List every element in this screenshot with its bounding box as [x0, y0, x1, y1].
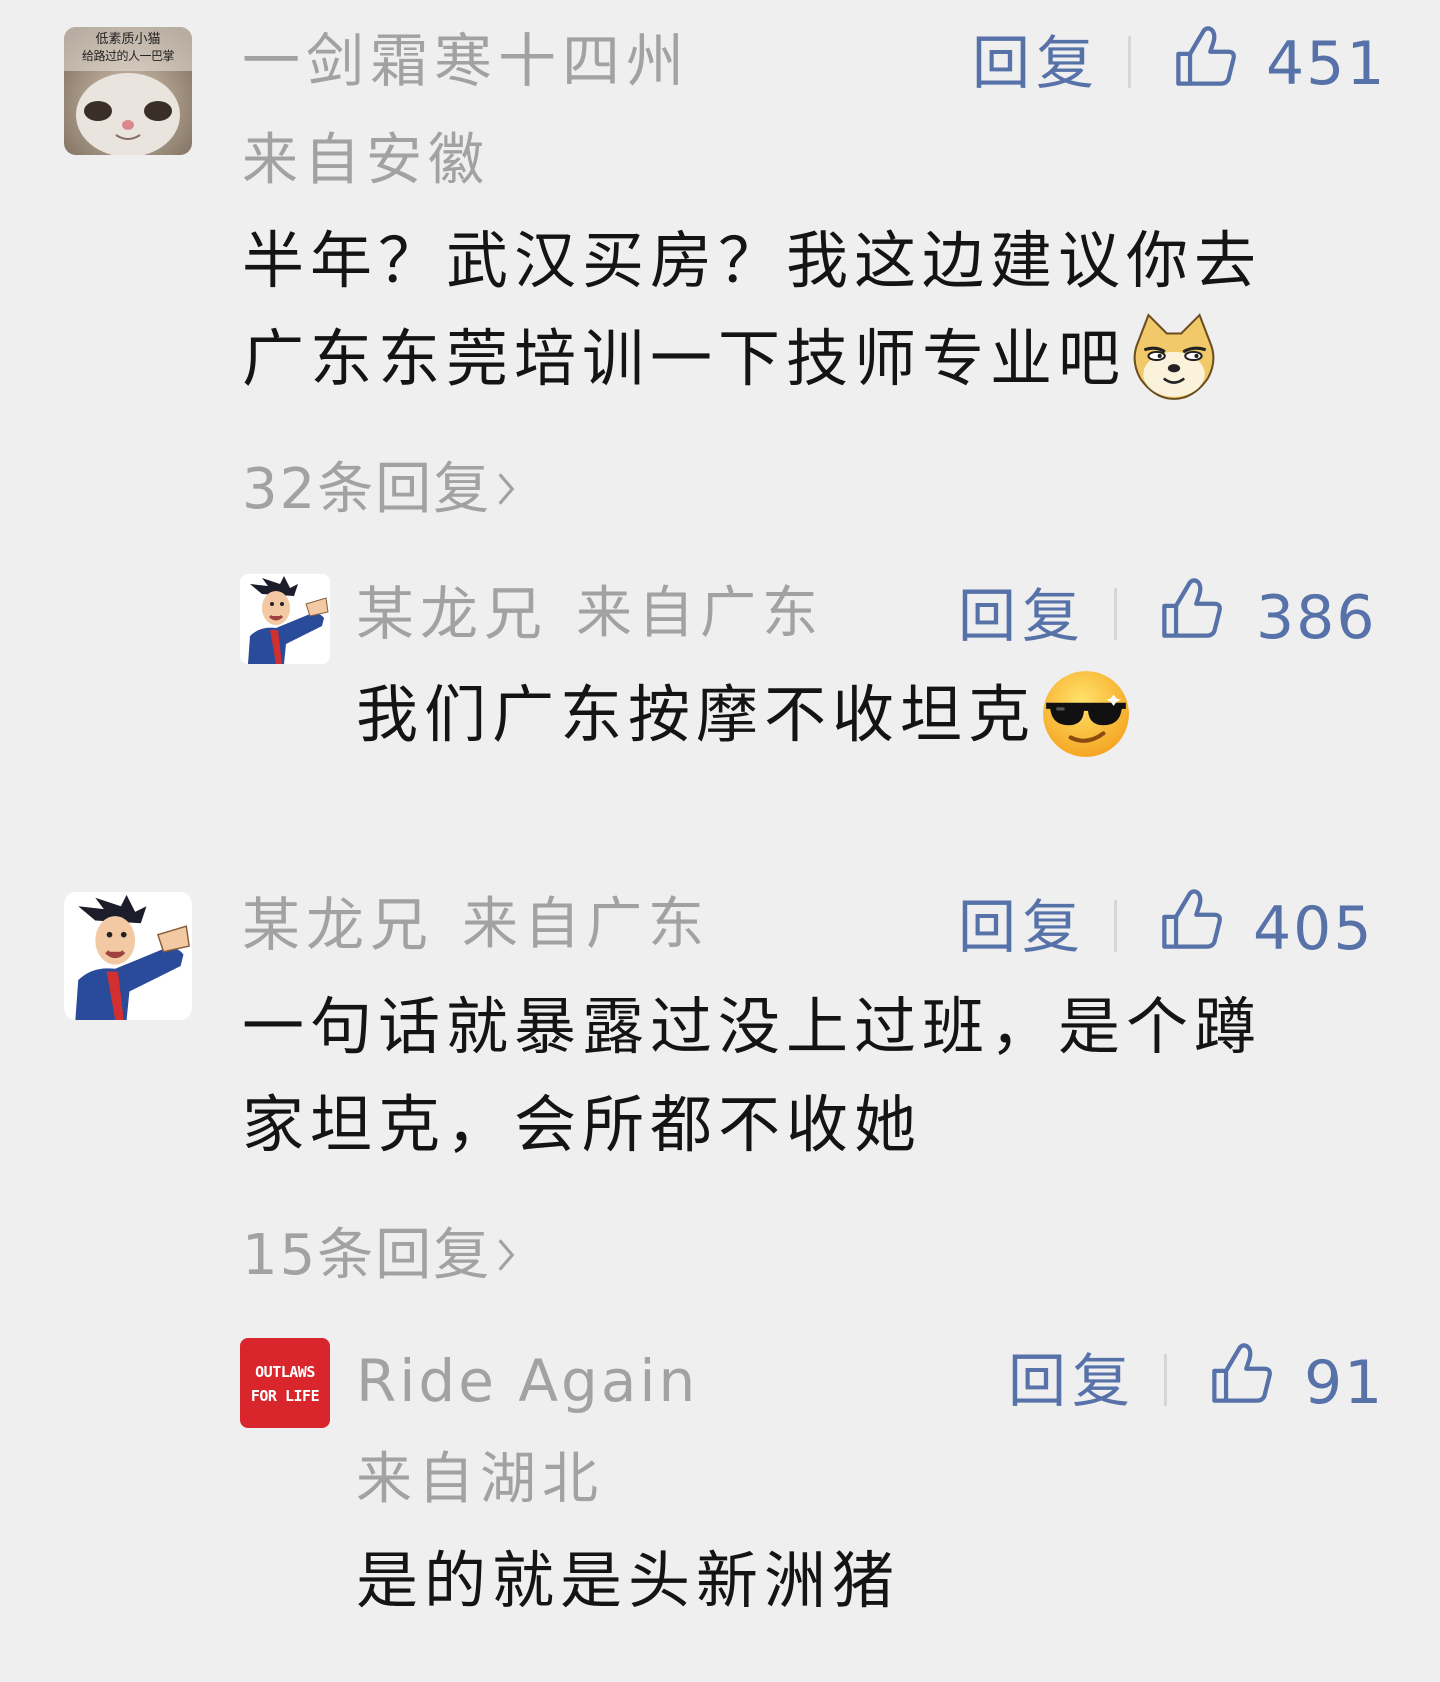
comment-text: 一句话就暴露过没上过班，是个蹲 家坦克，会所都不收她 [242, 978, 1262, 1174]
comment-location: 来自广东 [462, 892, 710, 957]
thumbs-up-icon[interactable] [1158, 574, 1226, 642]
comment-text-line-2-wrap: 广东东莞培训一下技师专业吧 [242, 310, 1262, 408]
sub-reply-text: 我们广东按摩不收坦克 [356, 678, 1037, 751]
comment-username[interactable]: 某龙兄 [242, 896, 434, 954]
comment-username[interactable]: 一剑霜寒十四州 [242, 32, 690, 90]
sub-reply-username[interactable]: Ride Again [356, 1352, 698, 1410]
logo-line-2: FOR LIFE [250, 1387, 320, 1405]
more-replies-label: 32条回复 [242, 457, 492, 522]
thumbs-up-icon[interactable] [1158, 885, 1226, 953]
reply-button[interactable]: 回复 [1008, 1352, 1136, 1410]
avatar-phoenix[interactable] [240, 574, 330, 664]
logo-line-1: OUTLAWS [255, 1363, 315, 1381]
chevron-right-icon [498, 473, 515, 505]
sub-reply-location: 来自湖北 [356, 1447, 604, 1512]
avatar-phoenix[interactable] [64, 892, 192, 1020]
avatar-caption-line-2: 给路过的人一巴掌 [81, 49, 175, 63]
comment-text-line-2: 家坦克，会所都不收她 [242, 1088, 923, 1161]
like-count: 451 [1266, 29, 1387, 99]
comment-text-line-1: 半年？武汉买房？我这边建议你去 [242, 224, 1263, 297]
reply-button[interactable]: 回复 [958, 587, 1086, 645]
sub-reply-text: 是的就是头新洲猪 [356, 1544, 901, 1617]
comment-text: 半年？武汉买房？我这边建议你去 广东东莞培训一下技师专业吧 [242, 212, 1262, 408]
more-replies-link[interactable]: 32条回复 [242, 462, 517, 518]
more-replies-link[interactable]: 15条回复 [242, 1228, 517, 1284]
action-divider [1128, 36, 1131, 88]
doge-emoji-icon [1133, 313, 1215, 400]
avatar-outlaws-logo[interactable]: OUTLAWS FOR LIFE [240, 1338, 330, 1428]
chevron-right-icon [498, 1239, 515, 1271]
more-replies-label: 15条回复 [242, 1223, 492, 1288]
avatar-cat[interactable]: 低素质小猫 给路过的人一巴掌 [64, 27, 192, 155]
action-divider [1114, 588, 1117, 640]
like-count: 91 [1304, 1348, 1385, 1418]
avatar-caption-line-1: 低素质小猫 [95, 32, 161, 47]
action-divider [1114, 900, 1117, 952]
reply-button[interactable]: 回复 [972, 34, 1100, 92]
like-count: 405 [1253, 894, 1374, 964]
like-count: 386 [1256, 583, 1377, 653]
action-divider [1164, 1354, 1167, 1406]
sub-reply-username[interactable]: 某龙兄 [356, 585, 548, 643]
thumbs-up-icon[interactable] [1208, 1339, 1276, 1407]
comment-text-line-2: 广东东莞培训一下技师专业吧 [242, 322, 1127, 395]
sub-reply-text-wrap: 我们广东按摩不收坦克 [356, 666, 1132, 764]
thumbs-up-icon[interactable] [1172, 22, 1240, 90]
sub-reply-location: 来自广东 [576, 581, 824, 646]
sunglasses-emoji-icon [1043, 670, 1129, 757]
comment-location: 来自安徽 [242, 128, 490, 193]
comment-text-line-1: 一句话就暴露过没上过班，是个蹲 [242, 990, 1263, 1063]
reply-button[interactable]: 回复 [958, 898, 1086, 956]
